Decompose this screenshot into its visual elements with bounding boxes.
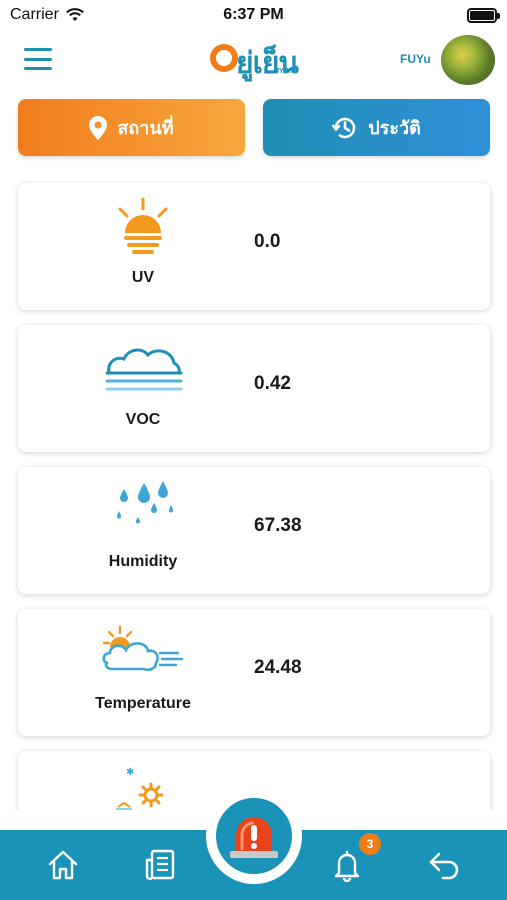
status-bar: Carrier 6:37 PM — [0, 0, 507, 30]
sensor-value: 0.42 — [254, 373, 291, 394]
menu-icon-bar — [24, 67, 52, 70]
sensor-value: 67.38 — [254, 515, 302, 536]
menu-button[interactable] — [24, 48, 52, 70]
battery-icon — [467, 7, 500, 23]
sensor-list[interactable]: UV 0.0 VOC 0.42 Humidity 67.38 Temperatu… — [0, 180, 507, 810]
sun-icon — [118, 197, 168, 254]
sensor-value: 24.48 — [254, 657, 302, 678]
avatar[interactable] — [441, 35, 495, 85]
location-button[interactable]: สถานที่ — [18, 99, 245, 156]
alarm-siren-icon — [230, 817, 278, 858]
document-icon[interactable] — [144, 848, 178, 882]
back-arrow-icon[interactable] — [427, 848, 461, 882]
notification-badge: 3 — [359, 833, 381, 855]
sensor-card-uv[interactable]: UV 0.0 — [18, 183, 490, 310]
sensor-value: 0.0 — [254, 231, 281, 252]
carrier-label: Carrier — [10, 6, 59, 23]
logo-text: ยู่เย็น — [236, 46, 299, 81]
menu-icon-bar — [24, 57, 52, 61]
sensor-label: VOC — [125, 411, 161, 428]
app-header: ยู่เย็น UYEN FUYu — [0, 30, 507, 90]
app-logo: ยู่เย็น UYEN — [210, 38, 310, 82]
sensor-card-temperature[interactable]: Temperature 24.48 — [18, 609, 490, 736]
user-name[interactable]: FUYu — [400, 52, 431, 66]
sensor-label: UV — [131, 269, 155, 286]
logo-subtext: UYEN — [274, 68, 294, 75]
history-button-label: ประวัติ — [368, 118, 421, 139]
history-clock-icon — [332, 117, 356, 138]
history-button[interactable]: ประวัติ — [263, 99, 490, 156]
sensor-card-humidity[interactable]: Humidity 67.38 — [18, 467, 490, 594]
logo-ring — [210, 44, 238, 72]
wifi-icon — [65, 8, 84, 21]
home-icon[interactable] — [46, 848, 80, 882]
bell-icon[interactable] — [330, 848, 364, 882]
carrier-group: Carrier — [10, 6, 85, 24]
menu-icon-bar — [24, 48, 52, 51]
alarm-siren-button[interactable] — [212, 794, 296, 878]
sensor-label: Temperature — [95, 695, 191, 712]
gear-sparkle-icon: ✱ — [116, 767, 164, 810]
location-pin-icon — [89, 115, 108, 140]
svg-text:✱: ✱ — [126, 767, 134, 778]
sun-cloud-wind-icon — [102, 625, 184, 672]
location-button-label: สถานที่ — [117, 118, 174, 139]
sensor-label: Humidity — [108, 553, 178, 570]
cloud-fog-icon — [105, 348, 183, 391]
water-drops-icon — [117, 481, 173, 524]
sensor-card-voc[interactable]: VOC 0.42 — [18, 325, 490, 452]
